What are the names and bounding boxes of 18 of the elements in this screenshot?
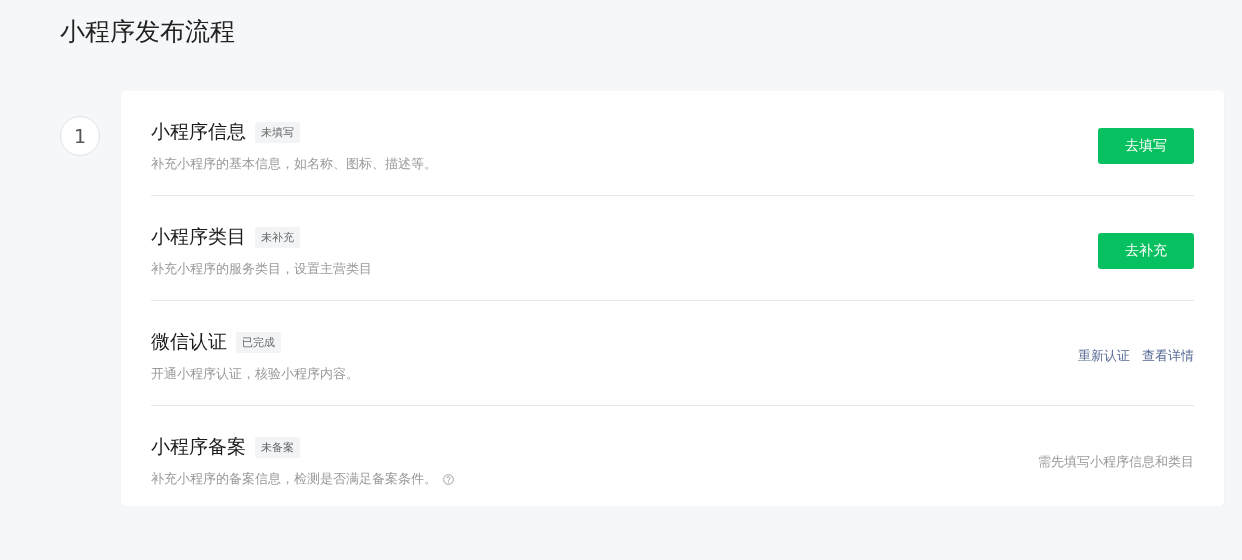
section-description: 补充小程序的服务类目，设置主营类目 xyxy=(151,260,372,278)
status-tag: 未填写 xyxy=(255,121,300,143)
requirement-note: 需先填写小程序信息和类目 xyxy=(1038,454,1194,469)
action-link[interactable]: 重新认证 xyxy=(1078,347,1130,365)
status-tag: 未补充 xyxy=(255,226,300,248)
section-description: 补充小程序的备案信息，检测是否满足备案条件。 xyxy=(151,470,437,488)
step-number: 1 xyxy=(60,116,100,156)
section-title: 小程序备案 xyxy=(151,434,246,459)
help-icon[interactable] xyxy=(443,473,454,485)
section-description: 开通小程序认证，核验小程序内容。 xyxy=(151,365,359,383)
section-title: 小程序信息 xyxy=(151,119,246,144)
section-title: 微信认证 xyxy=(151,329,227,354)
status-tag: 未备案 xyxy=(255,436,300,458)
section-title: 小程序类目 xyxy=(151,224,246,249)
section-description: 补充小程序的基本信息，如名称、图标、描述等。 xyxy=(151,155,437,173)
status-tag: 已完成 xyxy=(236,331,281,353)
action-link[interactable]: 查看详情 xyxy=(1142,347,1194,365)
page-title: 小程序发布流程 xyxy=(60,16,236,48)
